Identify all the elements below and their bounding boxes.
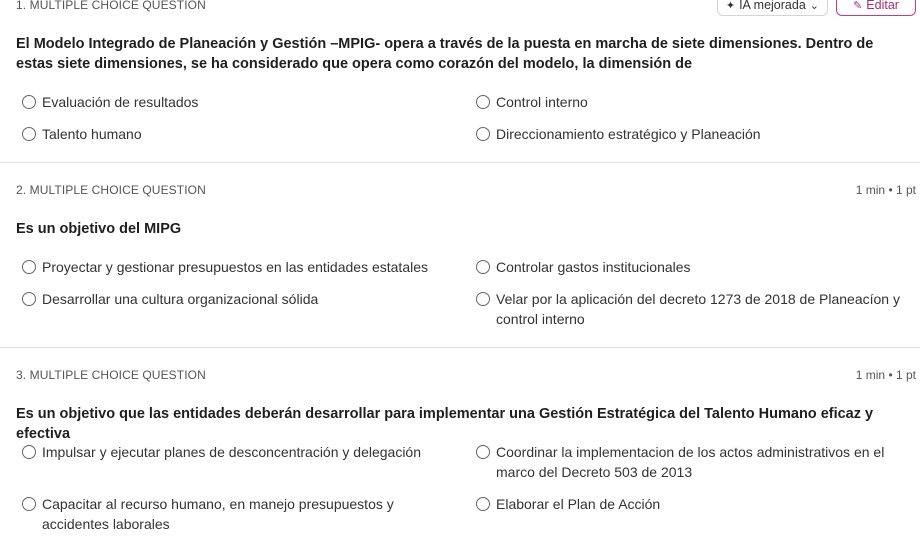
question-header: 2. MULTIPLE CHOICE QUESTION [16, 183, 206, 197]
answer-option[interactable]: Capacitar al recurso humano, en manejo p… [22, 494, 402, 534]
radio-button[interactable] [476, 445, 490, 459]
question-text: Es un objetivo que las entidades deberán… [16, 406, 874, 442]
answer-option[interactable]: Controlar gastos institucionales [476, 257, 906, 277]
answer-option[interactable]: Desarrollar una cultura organizacional s… [22, 289, 452, 309]
question-meta: 1 min • 1 pt [855, 368, 916, 382]
option-label: Control interno [496, 94, 588, 110]
answer-option[interactable]: Talento humano [22, 124, 442, 144]
radio-button[interactable] [476, 95, 490, 109]
answer-option[interactable]: Impulsar y ejecutar planes de desconcent… [22, 442, 452, 462]
divider [0, 162, 920, 163]
edit-label: Editar [866, 0, 899, 12]
answer-option[interactable]: Proyectar y gestionar presupuestos en la… [22, 257, 452, 277]
radio-button[interactable] [22, 445, 36, 459]
question-toolbar: ✦ IA mejorada ⌄ ✎ Editar [716, 0, 916, 16]
answer-option[interactable]: Velar por la aplicación del decreto 1273… [476, 289, 906, 329]
ai-enhanced-label: IA mejorada [739, 0, 806, 12]
answer-option[interactable]: Control interno [476, 92, 906, 112]
sparkle-icon: ✦ [725, 0, 736, 12]
pencil-icon: ✎ [853, 0, 863, 12]
radio-button[interactable] [22, 497, 36, 511]
radio-button[interactable] [476, 497, 490, 511]
radio-button[interactable] [22, 127, 36, 141]
radio-button[interactable] [22, 260, 36, 274]
question-text: El Modelo Integrado de Planeación y Gest… [16, 36, 874, 72]
question-meta: 1 min • 1 pt [855, 183, 916, 197]
option-label: Talento humano [42, 126, 142, 142]
option-label: Direccionamiento estratégico y Planeació… [496, 126, 761, 142]
radio-button[interactable] [22, 95, 36, 109]
option-label: Proyectar y gestionar presupuestos en la… [42, 259, 429, 275]
option-label: Evaluación de resultados [42, 94, 199, 110]
question-header: 3. MULTIPLE CHOICE QUESTION [16, 368, 206, 382]
divider [0, 347, 920, 348]
answer-option[interactable]: Direccionamiento estratégico y Planeació… [476, 124, 906, 144]
answer-option[interactable]: Evaluación de resultados [22, 92, 442, 112]
option-label: Desarrollar una cultura organizacional s… [42, 291, 319, 307]
radio-button[interactable] [476, 292, 490, 306]
question-text: Es un objetivo del MIPG [16, 221, 182, 237]
radio-button[interactable] [476, 260, 490, 274]
radio-button[interactable] [22, 292, 36, 306]
option-label: Elaborar el Plan de Acción [496, 496, 661, 512]
answer-option[interactable]: Elaborar el Plan de Acción [476, 494, 906, 514]
answer-option[interactable]: Coordinar la implementacion de los actos… [476, 442, 906, 482]
option-label: Impulsar y ejecutar planes de desconcent… [42, 444, 422, 460]
question-header: 1. MULTIPLE CHOICE QUESTION [16, 0, 206, 12]
option-label: Controlar gastos institucionales [496, 259, 691, 275]
option-label: Capacitar al recurso humano, en manejo p… [42, 496, 394, 532]
ai-enhanced-button[interactable]: ✦ IA mejorada ⌄ [716, 0, 828, 16]
option-label: Velar por la aplicación del decreto 1273… [496, 291, 900, 327]
radio-button[interactable] [476, 127, 490, 141]
edit-button[interactable]: ✎ Editar [836, 0, 916, 16]
chevron-down-icon: ⌄ [809, 0, 819, 12]
option-label: Coordinar la implementacion de los actos… [496, 444, 885, 480]
